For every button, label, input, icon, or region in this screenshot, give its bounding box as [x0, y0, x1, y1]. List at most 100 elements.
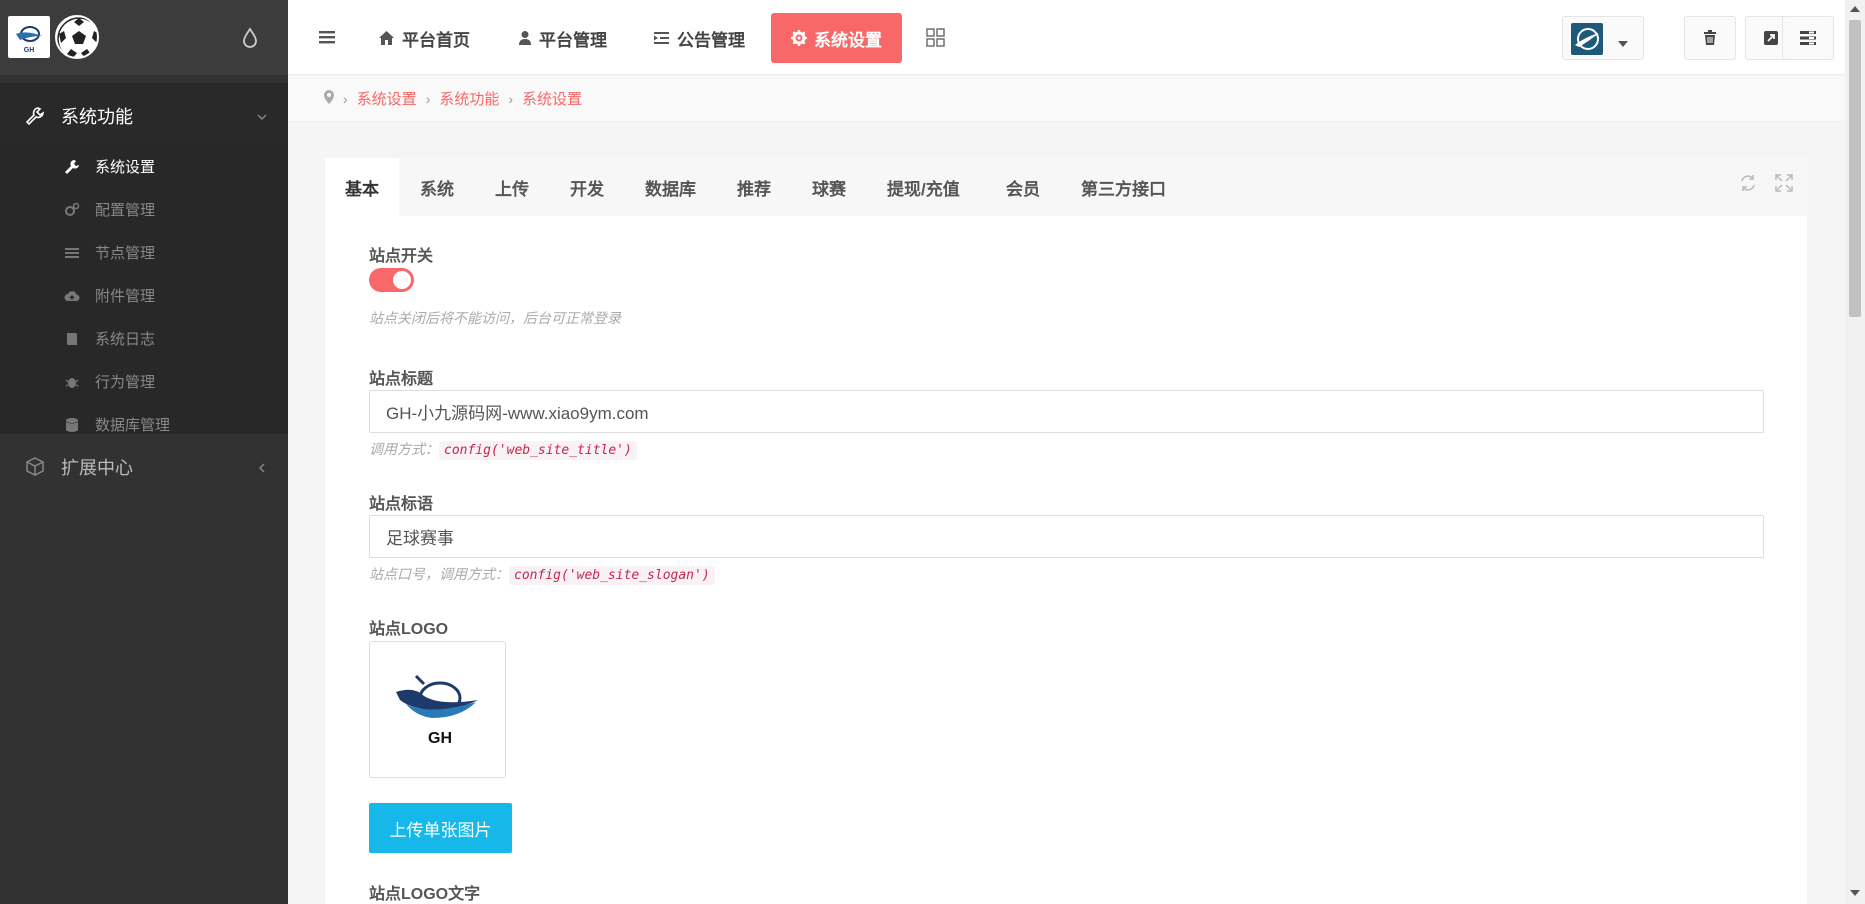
nav-home[interactable]: 平台首页: [378, 13, 470, 63]
sidebar-item-label: 节点管理: [95, 245, 156, 262]
theme-drop-icon[interactable]: [240, 27, 260, 49]
svg-text:GH: GH: [24, 47, 35, 54]
sidebar-item-logs[interactable]: 系统日志: [0, 317, 288, 360]
toggle-knob: [393, 271, 411, 289]
refresh-icon[interactable]: [1739, 174, 1757, 197]
sidebar-group-label: 扩展中心: [61, 458, 133, 478]
nav-label: 系统设置: [814, 30, 882, 50]
tab-basic[interactable]: 基本: [325, 158, 399, 216]
sidebar-item-config[interactable]: 配置管理: [0, 188, 288, 231]
tab-database[interactable]: 数据库: [625, 158, 716, 216]
bug-icon: [64, 374, 80, 390]
site-slogan-value: 足球赛事: [386, 529, 454, 548]
chevron-left-icon: [256, 461, 268, 473]
sidebar-header: GH: [0, 0, 288, 75]
breadcrumb-separator: ›: [508, 90, 514, 107]
menu-toggle-icon[interactable]: [318, 28, 336, 51]
nav-label: 平台首页: [402, 30, 470, 50]
upload-image-button[interactable]: 上传单张图片: [369, 803, 512, 853]
fullscreen-icon[interactable]: [1775, 174, 1793, 197]
site-title-label: 站点标题: [369, 371, 434, 388]
football-logo: [55, 15, 99, 59]
settings-panel-button[interactable]: [1782, 16, 1834, 60]
clear-cache-button[interactable]: [1684, 16, 1736, 60]
tab-members[interactable]: 会员: [986, 158, 1060, 216]
gear-icon: [791, 30, 807, 46]
help-prefix: 站点口号，调用方式：: [369, 566, 509, 582]
help-code: config('web_site_title'): [439, 441, 637, 460]
sidebar-item-label: 附件管理: [95, 288, 156, 305]
trash-icon: [1704, 30, 1716, 45]
cubes-icon: [24, 456, 46, 478]
top-navbar: 平台首页 平台管理 公告管理 系统设置: [288, 0, 1845, 75]
sidebar-item-nodes[interactable]: 节点管理: [0, 231, 288, 274]
tab-withdraw-recharge[interactable]: 提现/充值: [867, 158, 980, 216]
sidebar-submenu: 系统设置 配置管理 节点管理 附件管理 系统日志 行为管理 数据库管理: [0, 145, 288, 435]
breadcrumb-item[interactable]: 系统设置: [357, 88, 417, 109]
sidebar-group-system[interactable]: 系统功能: [0, 83, 288, 149]
database-icon: [64, 417, 80, 433]
site-logo-label: 站点LOGO: [369, 621, 449, 638]
scroll-down-arrow[interactable]: [1850, 890, 1860, 896]
sidebar-item-label: 系统日志: [95, 331, 156, 348]
card-tools: [1739, 174, 1793, 197]
site-logo-text-label: 站点LOGO文字: [369, 886, 481, 903]
site-logo-preview[interactable]: GH: [369, 641, 506, 778]
page-scrollbar[interactable]: [1845, 0, 1865, 904]
list-icon: [64, 245, 80, 261]
wrench-icon: [64, 159, 80, 175]
tab-matches[interactable]: 球赛: [792, 158, 866, 216]
wrench-icon: [24, 105, 46, 127]
sliders-icon: [1800, 31, 1816, 45]
help-code: config('web_site_slogan'): [509, 566, 715, 585]
nav-system-settings[interactable]: 系统设置: [771, 13, 902, 63]
site-title-help: 调用方式： config('web_site_title'): [369, 439, 637, 460]
scroll-thumb[interactable]: [1849, 20, 1861, 317]
breadcrumb-separator: ›: [425, 90, 431, 107]
breadcrumb-separator: ›: [343, 90, 348, 107]
nav-platform[interactable]: 平台管理: [518, 13, 607, 63]
site-title-input[interactable]: GH-小九源码网-www.xiao9ym.com: [369, 390, 1764, 433]
breadcrumb: › 系统设置 › 系统功能 › 系统设置: [288, 76, 1845, 122]
caret-down-icon: [1617, 35, 1629, 53]
tab-upload[interactable]: 上传: [475, 158, 549, 216]
sidebar-item-label: 配置管理: [95, 202, 156, 219]
nav-label: 平台管理: [539, 30, 607, 50]
site-slogan-label: 站点标语: [369, 496, 434, 513]
nav-announcements[interactable]: 公告管理: [653, 13, 745, 63]
apps-grid-icon[interactable]: [926, 28, 945, 52]
sidebar-item-attachments[interactable]: 附件管理: [0, 274, 288, 317]
user-icon: [519, 31, 531, 45]
help-prefix: 调用方式：: [369, 441, 439, 457]
sidebar-item-label: 行为管理: [95, 374, 156, 391]
tab-develop[interactable]: 开发: [550, 158, 624, 216]
sidebar-item-label: 系统设置: [95, 159, 156, 176]
sidebar-group-label: 系统功能: [61, 107, 133, 127]
settings-card: 基本 系统 上传 开发 数据库 推荐 球赛 提现/充值 会员 第三方接口 站点开…: [325, 158, 1807, 904]
site-switch-toggle[interactable]: [369, 268, 414, 292]
breadcrumb-item[interactable]: 系统功能: [439, 88, 499, 109]
sidebar-group-extensions[interactable]: 扩展中心: [0, 434, 288, 500]
chevron-down-icon: [256, 110, 268, 122]
nav-label: 公告管理: [677, 30, 745, 50]
tab-third-party[interactable]: 第三方接口: [1061, 158, 1186, 216]
sidebar-item-behavior[interactable]: 行为管理: [0, 360, 288, 403]
tab-recommend[interactable]: 推荐: [717, 158, 791, 216]
site-slogan-input[interactable]: 足球赛事: [369, 515, 1764, 558]
sidebar-item-system-settings[interactable]: 系统设置: [0, 145, 288, 188]
tab-system[interactable]: 系统: [400, 158, 474, 216]
settings-tabs: 基本 系统 上传 开发 数据库 推荐 球赛 提现/充值 会员 第三方接口: [325, 158, 1807, 216]
user-menu-button[interactable]: [1562, 16, 1644, 60]
home-icon: [379, 31, 394, 45]
cloud-upload-icon: [64, 288, 80, 304]
scroll-up-arrow[interactable]: [1850, 6, 1860, 12]
site-switch-help: 站点关闭后将不能访问，后台可正常登录: [369, 310, 621, 326]
sidebar-item-label: 数据库管理: [95, 417, 171, 434]
site-slogan-help: 站点口号，调用方式： config('web_site_slogan'): [369, 564, 715, 585]
indent-icon: [654, 32, 669, 44]
site-logo[interactable]: GH: [8, 16, 50, 58]
book-icon: [64, 331, 80, 347]
site-switch-label: 站点开关: [369, 248, 434, 265]
breadcrumb-item[interactable]: 系统设置: [522, 88, 582, 109]
sidebar: GH 系统功能 系统设置 配置管理 节点管理 附件管理 系统日志 行为管理 数据…: [0, 0, 288, 904]
